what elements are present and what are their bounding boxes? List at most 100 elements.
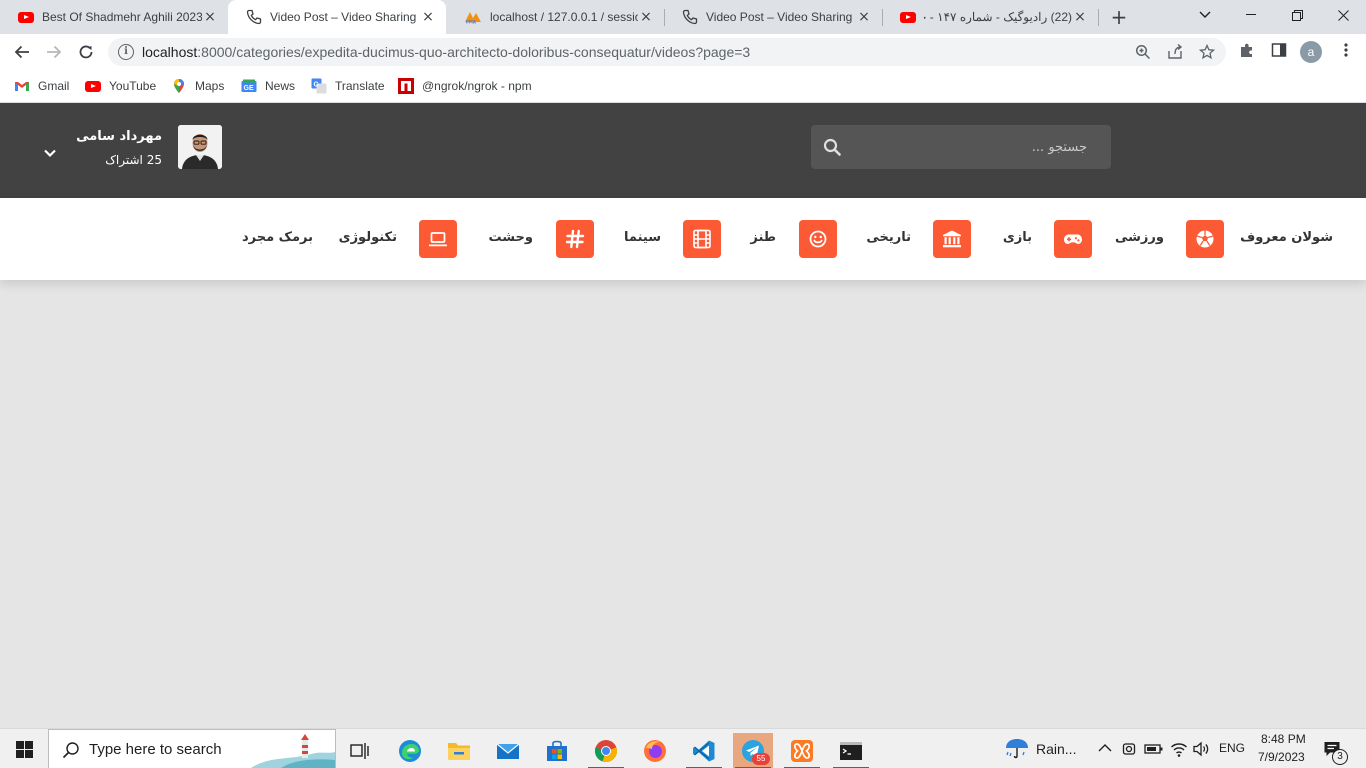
category-button-bank[interactable]: [933, 220, 971, 258]
weather-text[interactable]: Rain...: [1036, 741, 1076, 757]
close-icon[interactable]: ×: [202, 9, 218, 25]
taskbar-search-placeholder: Type here to search: [89, 741, 222, 758]
avatar[interactable]: [178, 125, 222, 169]
category-button-laptop[interactable]: [419, 220, 457, 258]
telegram-badge: 55: [752, 753, 770, 765]
tab-shadmehr[interactable]: Best Of Shadmehr Aghili 2023 ×: [0, 0, 228, 34]
category-label[interactable]: وحشت: [489, 230, 533, 245]
rain-umbrella-icon[interactable]: [1004, 737, 1030, 761]
terminal-icon: [840, 742, 862, 760]
share-button[interactable]: [1167, 43, 1183, 60]
category-label[interactable]: برمک مجرد: [242, 230, 313, 245]
taskbar-search[interactable]: Type here to search: [48, 729, 336, 768]
volume-icon[interactable]: [1192, 740, 1210, 758]
category-label[interactable]: طنز: [750, 230, 776, 245]
arrow-right-icon: [47, 45, 62, 59]
chevron-up-icon[interactable]: [1098, 743, 1112, 753]
back-button[interactable]: [8, 38, 36, 66]
taskbar-vscode[interactable]: [684, 733, 724, 768]
category-label[interactable]: ورزشی: [1115, 230, 1164, 245]
forward-button[interactable]: [40, 38, 68, 66]
gamepad-icon: [1064, 234, 1082, 244]
restore-button[interactable]: [1274, 0, 1320, 30]
battery-icon[interactable]: [1144, 742, 1164, 756]
news-icon: GE: [241, 79, 257, 92]
category-label[interactable]: شولان معروف: [1240, 230, 1333, 245]
tab-radiogeek[interactable]: (22) رادیوگیک - شماره ۱۴۷ - جد ×: [882, 0, 1098, 34]
taskbar-telegram[interactable]: 55: [733, 733, 773, 768]
xampp-icon: [791, 740, 813, 762]
taskbar-firefox[interactable]: [635, 733, 675, 768]
category-label[interactable]: سینما: [624, 230, 661, 245]
url-text[interactable]: localhost:8000/categories/expedita-ducim…: [142, 44, 750, 60]
wifi-icon[interactable]: [1170, 740, 1188, 758]
info-icon[interactable]: i: [118, 44, 134, 60]
chevron-down-icon[interactable]: [40, 143, 60, 163]
category-button-smile[interactable]: [799, 220, 837, 258]
laptop-icon: [429, 232, 447, 247]
bank-icon: [943, 230, 961, 248]
clock-time[interactable]: 8:48 PM: [1261, 732, 1306, 746]
category-button-film[interactable]: [683, 220, 721, 258]
task-view-button[interactable]: [340, 733, 380, 768]
phone-icon: [682, 9, 698, 25]
translate-icon: G: [311, 78, 327, 94]
arrow-left-icon: [14, 45, 29, 59]
taskbar-terminal[interactable]: [831, 733, 871, 768]
profile-avatar[interactable]: a: [1300, 41, 1322, 63]
address-bar[interactable]: i localhost:8000/categories/expedita-duc…: [108, 38, 1226, 66]
taskbar-xampp[interactable]: [782, 733, 822, 768]
bookmark-maps[interactable]: Maps: [171, 77, 224, 95]
reload-button[interactable]: [72, 38, 100, 66]
share-icon: [1168, 43, 1183, 59]
category-button-hashtag[interactable]: [556, 220, 594, 258]
new-tab-button[interactable]: +: [1108, 6, 1130, 28]
side-panel-button[interactable]: [1269, 42, 1289, 62]
tab-video-post[interactable]: Video Post – Video Sharing HTML Template…: [664, 0, 882, 34]
taskbar-mail[interactable]: [488, 733, 528, 768]
taskbar-file-explorer[interactable]: [439, 733, 479, 768]
svg-text:G: G: [314, 82, 320, 89]
category-label[interactable]: بازی: [1003, 230, 1032, 245]
tab-video-post-active[interactable]: Video Post – Video Sharing HTML Template…: [228, 0, 446, 34]
search-icon[interactable]: [823, 138, 841, 156]
tab-search-button[interactable]: [1182, 0, 1228, 30]
taskbar-edge[interactable]: [390, 733, 430, 768]
bookmark-gmail[interactable]: Gmail: [14, 77, 69, 95]
user-name[interactable]: مهرداد سامی: [76, 129, 162, 144]
category-label[interactable]: تاریخی: [866, 230, 911, 245]
close-icon[interactable]: ×: [1072, 9, 1088, 25]
vscode-icon: [693, 740, 715, 762]
bookmark-npm[interactable]: @ngrok/ngrok - npm: [398, 77, 532, 95]
bookmark-youtube[interactable]: YouTube: [85, 77, 156, 95]
npm-icon: [398, 78, 414, 94]
taskbar-store[interactable]: [537, 733, 577, 768]
close-icon[interactable]: ×: [856, 9, 872, 25]
bookmark-news[interactable]: GE News: [241, 77, 295, 95]
webcam-tray-icon[interactable]: [1122, 740, 1136, 758]
search-input[interactable]: [867, 137, 1087, 157]
category-button-soccer[interactable]: [1186, 220, 1224, 258]
bookmark-star-button[interactable]: [1198, 43, 1216, 60]
taskbar-chrome[interactable]: [586, 733, 626, 768]
category-label[interactable]: تکنولوژی: [339, 230, 397, 245]
category-button-gamepad[interactable]: [1054, 220, 1092, 258]
close-window-button[interactable]: [1320, 0, 1366, 30]
minimize-icon: [1246, 14, 1256, 15]
tab-title: Video Post – Video Sharing HTML Template: [706, 10, 856, 24]
menu-button[interactable]: [1336, 42, 1356, 62]
language-indicator[interactable]: ENG: [1219, 741, 1245, 755]
bookmark-label: Translate: [335, 79, 385, 93]
bookmark-translate[interactable]: G Translate: [311, 77, 385, 95]
search-box[interactable]: [811, 125, 1111, 169]
user-photo-image: [178, 125, 222, 169]
clock-date[interactable]: 7/9/2023: [1258, 750, 1305, 764]
close-icon[interactable]: ×: [638, 9, 654, 25]
minimize-button[interactable]: [1228, 0, 1274, 30]
extensions-button[interactable]: [1237, 42, 1257, 62]
close-icon[interactable]: ×: [420, 9, 436, 25]
zoom-button[interactable]: [1135, 44, 1151, 60]
tab-phpmyadmin[interactable]: PMA localhost / 127.0.0.1 / session ×: [446, 0, 664, 34]
windows-start-icon[interactable]: [16, 741, 33, 758]
category-nav: شولان معروف ورزشی بازی تاریخی طنز سینما …: [0, 198, 1366, 280]
